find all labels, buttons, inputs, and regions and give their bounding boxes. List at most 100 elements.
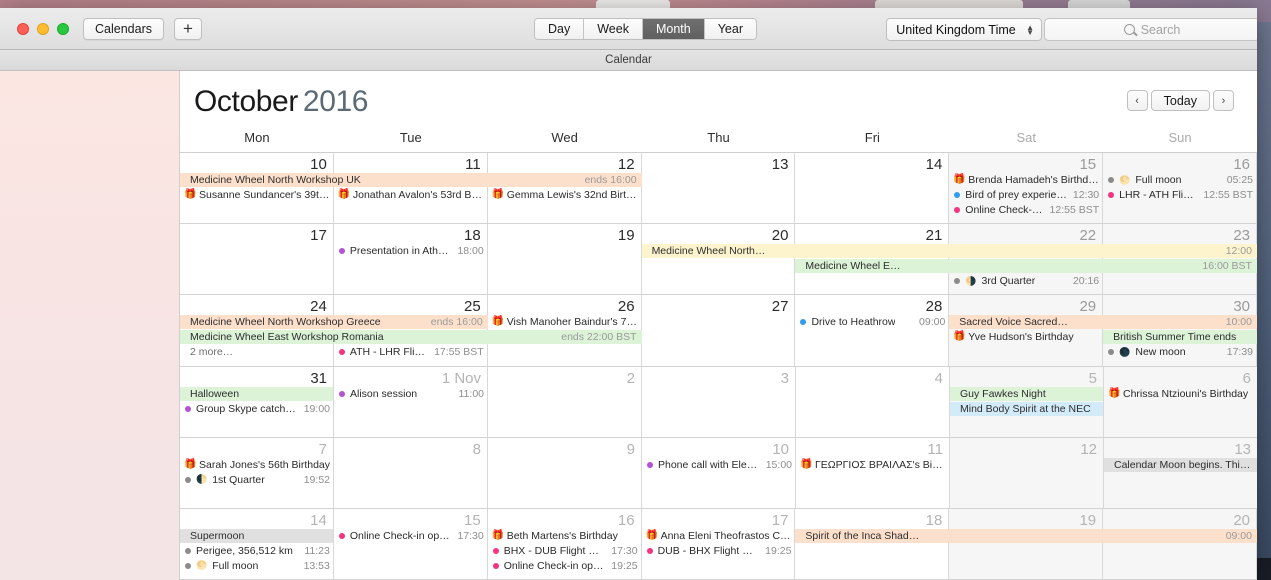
calendar-event[interactable]: Alison session 11:00 bbox=[334, 387, 487, 401]
day-cell[interactable]: 12 bbox=[950, 437, 1104, 508]
calendar-event[interactable]: 🎁 Sarah Jones's 56th Birthday bbox=[180, 458, 333, 472]
calendar-event[interactable]: 🌕 Full moon 05:25 bbox=[1103, 173, 1256, 187]
calendar-event[interactable]: Drive to Heathrow 09:00 bbox=[795, 315, 948, 329]
day-cell[interactable]: 19 bbox=[949, 508, 1104, 580]
calendar-event[interactable]: 🎁 Chrissa Ntziouni's Birthday bbox=[1104, 387, 1257, 401]
view-tab-day[interactable]: Day bbox=[535, 19, 585, 39]
day-events: 🎁 Beth Martens's Birthday BHX - DUB Flight… bbox=[488, 529, 641, 573]
day-cell[interactable]: 11 🎁Jonathan Avalon's 53rd Birthday bbox=[333, 153, 488, 224]
next-month-button[interactable]: › bbox=[1213, 90, 1234, 111]
multiday-event[interactable]: Sacred Voice Sacred… 10:00 bbox=[949, 315, 1257, 330]
day-cell[interactable]: 12 🎁 Gemma Lewis's 32nd Birthday bbox=[487, 153, 642, 224]
calendar-event[interactable]: 🌓 1st Quarter 19:52 bbox=[180, 473, 333, 487]
day-events: 🎁 Brenda Hamadeh's Birthday Bird of prey e… bbox=[949, 173, 1102, 217]
multiday-event[interactable]: Medicine Wheel North Workshop UK ends 16:… bbox=[180, 173, 642, 187]
day-cell[interactable]: 6 🎁 Chrissa Ntziouni's Birthday bbox=[1104, 366, 1257, 437]
day-cell[interactable]: 10 🎁Susanne Sundancer's 39th Birt… bbox=[180, 153, 334, 224]
day-cell[interactable]: 8 bbox=[334, 437, 488, 508]
day-cell[interactable]: 13 bbox=[641, 153, 796, 224]
calendar-event[interactable]: 🌕 Full moon 13:53 bbox=[180, 559, 333, 573]
day-cell[interactable]: 29 🎁 Yve Hudson's Birthday bbox=[949, 295, 1104, 366]
multiday-event[interactable]: Medicine Wheel North Workshop Greece ends… bbox=[180, 315, 488, 330]
calendar-event[interactable]: Bird of prey experience 12:30 bbox=[949, 188, 1102, 202]
calendar-event[interactable]: 🎁Jonathan Avalon's 53rd Birthday bbox=[334, 188, 487, 202]
day-cell[interactable]: 3 bbox=[642, 366, 796, 437]
day-cell[interactable]: 5 Guy Fawkes Night Mind Body Spirit at the… bbox=[950, 366, 1104, 437]
calendar-event[interactable]: 🌑 New moon 17:39 bbox=[1103, 345, 1256, 359]
multiday-event[interactable]: Medicine Wheel E… 16:00 BST bbox=[795, 259, 1257, 274]
all-day-event[interactable]: Calendar Moon begins. This c… bbox=[1104, 457, 1257, 472]
multiday-event[interactable]: Medicine Wheel North… 12:00 bbox=[641, 244, 1257, 259]
calendar-event[interactable]: 🎁ΓΕΩΡΓΙΟΣ ΒΡΑΙΛΑΣ's Birthday bbox=[796, 458, 949, 472]
day-cell[interactable]: 9 bbox=[488, 437, 642, 508]
maximize-window-icon[interactable] bbox=[57, 22, 69, 35]
day-cell[interactable]: 17🎁Anna Eleni Theofrastos Chatzi…DUB - B… bbox=[641, 508, 796, 580]
day-cell[interactable]: 2 bbox=[488, 366, 642, 437]
add-event-button[interactable]: + bbox=[173, 17, 202, 40]
view-tab-month[interactable]: Month bbox=[642, 19, 705, 39]
day-cell[interactable]: 7 🎁 Sarah Jones's 56th Birthday 🌓 1st Quarte… bbox=[180, 437, 334, 508]
day-cell[interactable]: 16 🎁 Beth Martens's Birthday BHX - DUB Flig… bbox=[487, 508, 642, 580]
calendar-event[interactable]: DUB - BHX Flight BA2… 19:25 bbox=[642, 544, 795, 558]
all-day-event[interactable]: Supermoon bbox=[180, 528, 333, 543]
calendars-button[interactable]: Calendars bbox=[83, 17, 164, 40]
calendar-event[interactable]: ATH - LHR Flight… 17:55 BST bbox=[334, 345, 487, 359]
prev-month-button[interactable]: ‹ bbox=[1126, 90, 1148, 111]
calendar-event[interactable]: Online Check-in opens… 19:25 bbox=[488, 559, 641, 573]
close-window-icon[interactable] bbox=[17, 22, 29, 35]
search-field[interactable]: Search bbox=[1044, 18, 1257, 41]
day-cell[interactable]: 18 Presentation in Athens 18:00 bbox=[333, 224, 488, 295]
calendar-event[interactable]: LHR - ATH Flight… 12:55 BST bbox=[1103, 188, 1256, 202]
day-cell[interactable]: 16 🌕 Full moon 05:25 LHR - ATH Flight… 12:55 … bbox=[1103, 153, 1257, 224]
day-cell[interactable]: 15 Online Check-in opens… 17:30 bbox=[333, 508, 488, 580]
view-tab-year[interactable]: Year bbox=[704, 19, 756, 39]
timezone-select[interactable]: United Kingdom Time ▲ ▼ bbox=[886, 18, 1042, 41]
today-button[interactable]: Today bbox=[1150, 90, 1210, 111]
day-cell[interactable]: 18 bbox=[795, 508, 950, 580]
view-tab-week[interactable]: Week bbox=[584, 19, 643, 39]
all-day-event[interactable]: Mind Body Spirit at the NEC bbox=[950, 401, 1103, 416]
calendar-event[interactable]: Online Check-in opens… 17:30 bbox=[334, 529, 487, 543]
calendar-event[interactable]: 🎁 Gemma Lewis's 32nd Birthday bbox=[488, 188, 641, 202]
multiday-event[interactable]: Medicine Wheel East Workshop Romania ends… bbox=[180, 330, 642, 345]
day-cell[interactable]: 31 Halloween Group Skype catch up 19:00 bbox=[180, 366, 334, 437]
day-number: 30 bbox=[1233, 298, 1251, 316]
all-day-event[interactable]: Guy Fawkes Night bbox=[950, 386, 1103, 401]
calendar-event[interactable]: 🎁 Yve Hudson's Birthday bbox=[949, 330, 1102, 344]
calendar-event[interactable]: 🎁Anna Eleni Theofrastos Chatzi… bbox=[642, 529, 795, 543]
calendar-event[interactable]: 🎁Vish Manoher Baindur's 73rd B… bbox=[488, 315, 641, 329]
calendar-event[interactable]: Presentation in Athens 18:00 bbox=[334, 244, 487, 258]
day-cell[interactable]: 4 bbox=[796, 366, 950, 437]
calendar-event[interactable]: 🎁 Brenda Hamadeh's Birthday bbox=[949, 173, 1102, 187]
event-title: Online Check-in opens… bbox=[503, 559, 606, 572]
calendar-event[interactable]: 🎁 Beth Martens's Birthday bbox=[488, 529, 641, 543]
calendar-event[interactable]: Perigee, 356,512 km 11:23 bbox=[180, 544, 333, 558]
view-segmented-control[interactable]: Day Week Month Year bbox=[534, 18, 757, 40]
day-cell[interactable]: 28 Drive to Heathrow 09:00 bbox=[795, 295, 950, 366]
day-cell[interactable]: 17 bbox=[180, 224, 334, 295]
day-cell[interactable]: 27 bbox=[641, 295, 796, 366]
day-cell[interactable]: 10 Phone call with Eleono… 15:00 bbox=[642, 437, 796, 508]
calendar-event[interactable]: 🎁Susanne Sundancer's 39th Birt… bbox=[180, 188, 333, 202]
calendar-event[interactable]: BHX - DUB Flight BA… 17:30 bbox=[488, 544, 641, 558]
day-cell[interactable]: 20 bbox=[1103, 508, 1257, 580]
calendar-event[interactable]: Phone call with Eleono… 15:00 bbox=[642, 458, 795, 472]
more-events-link[interactable]: 2 more… bbox=[180, 345, 333, 359]
calendar-event[interactable]: 🌗 3rd Quarter 20:16 bbox=[949, 274, 1102, 288]
day-cell[interactable]: 20 bbox=[641, 224, 796, 295]
day-cell[interactable]: 11🎁ΓΕΩΡΓΙΟΣ ΒΡΑΙΛΑΣ's Birthday bbox=[796, 437, 950, 508]
multiday-event[interactable]: Spirit of the Inca Shad… 09:00 bbox=[795, 528, 1257, 543]
day-cell[interactable]: 15 🎁 Brenda Hamadeh's Birthday Bird of prey… bbox=[949, 153, 1104, 224]
multiday-event[interactable]: British Summer Time ends bbox=[1103, 330, 1257, 345]
day-cell[interactable]: 19 bbox=[487, 224, 642, 295]
day-number: 19 bbox=[617, 227, 635, 245]
day-cell[interactable]: 14 Supermoon Perigee, 356,512 km 11:23 🌕 Full… bbox=[180, 508, 334, 580]
all-day-event[interactable]: Halloween bbox=[180, 386, 333, 401]
minimize-window-icon[interactable] bbox=[37, 22, 49, 35]
day-cell[interactable]: 14 bbox=[795, 153, 950, 224]
calendar-event[interactable]: Online Check-in o… 12:55 BST bbox=[949, 203, 1102, 217]
day-number: 21 bbox=[925, 227, 943, 245]
day-cell[interactable]: 1 Nov Alison session 11:00 bbox=[334, 366, 488, 437]
day-cell[interactable]: 13 Calendar Moon begins. This c… bbox=[1104, 437, 1257, 508]
calendar-event[interactable]: Group Skype catch up 19:00 bbox=[180, 402, 333, 416]
